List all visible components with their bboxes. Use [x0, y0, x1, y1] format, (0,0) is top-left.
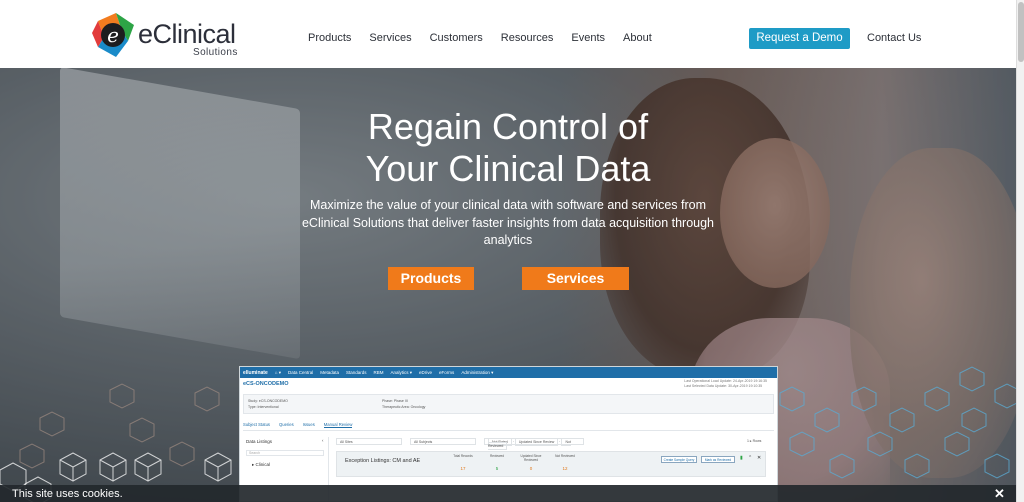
close-icon: ✕: [757, 455, 762, 461]
app-study-title: eCS-ONCODEMO: [243, 381, 289, 387]
scrollbar-thumb[interactable]: [1018, 2, 1024, 62]
hero-section: Regain Control of Your Clinical Data Max…: [0, 68, 1016, 502]
app-divider: [243, 430, 774, 431]
chevron-left-icon: ‹: [322, 438, 324, 443]
app-brand: elluminate: [243, 369, 268, 376]
chevron-up-icon: ⌃: [748, 455, 753, 461]
contact-us-link[interactable]: Contact Us: [867, 32, 921, 44]
logo-wordmark: eClinical: [138, 19, 236, 49]
menu-item-events[interactable]: Events: [571, 32, 605, 44]
app-count: 12: [562, 466, 568, 471]
hero-title: Regain Control of Your Clinical Data: [258, 106, 758, 190]
app-menu-item: eDrive: [419, 370, 433, 375]
top-navigation: e eClinical Solutions Products Services …: [0, 0, 1016, 68]
hero-title-line-2: Your Clinical Data: [365, 148, 651, 189]
page-scrollbar[interactable]: [1016, 0, 1024, 502]
menu-item-resources[interactable]: Resources: [501, 32, 554, 44]
app-update-info: Last Operational Load Update: 24-Apr-201…: [684, 379, 767, 389]
product-screenshot: elluminate ⌂ ▾ Data Central Metadata Sta…: [239, 366, 778, 502]
app-filters: All Sites All Subjects Not Rated · Updat…: [336, 438, 584, 450]
app-filter: Not Rated · Updated Since Review · Not R…: [484, 438, 584, 450]
logo-subtitle: Solutions: [193, 47, 238, 58]
app-tab: Subject Status: [243, 422, 271, 427]
menu-item-about[interactable]: About: [623, 32, 652, 44]
app-info-right: Phase: Phase III Therapeutic Area: Oncol…: [382, 398, 425, 410]
app-update-line: Last Selected Data Update: 30-Apr-2019 1…: [684, 384, 763, 388]
cookie-close-icon[interactable]: ✕: [994, 486, 1005, 502]
app-count: 17: [460, 466, 466, 471]
svg-text:e: e: [107, 23, 119, 47]
app-info-area: Therapeutic Area: Oncology: [382, 405, 426, 409]
app-exception-title: Exception Listings: CM and AE: [345, 458, 421, 464]
services-button[interactable]: Services: [522, 267, 629, 290]
eclinical-logo[interactable]: e eClinical Solutions: [92, 11, 242, 61]
app-sidebar-item-label: Clinical: [255, 462, 271, 467]
app-tab: Issues: [302, 422, 315, 427]
hero-subtitle: Maximize the value of your clinical data…: [301, 198, 715, 247]
app-menu-bar: elluminate ⌂ ▾ Data Central Metadata Sta…: [240, 367, 777, 378]
app-tab: Queries: [279, 422, 294, 427]
app-study-info: Study: eCS-ONCODEMO Type: Interventional…: [243, 394, 774, 414]
app-menu-item: Data Central: [287, 370, 314, 375]
app-menu-item: RBM: [373, 370, 384, 375]
app-info-type: Type: Interventional: [248, 405, 279, 409]
app-filter-label: Updated Since Review: [514, 438, 559, 446]
app-menu-item: Administration ▾: [461, 369, 494, 375]
app-sidebar-search: Search: [246, 450, 324, 456]
logo-mark-icon: e: [92, 13, 134, 57]
app-bookmark-icon: ▮: [740, 455, 743, 461]
app-sidebar-title: Data Listings: [246, 439, 273, 444]
app-home-icon: ⌂ ▾: [274, 369, 281, 375]
menu-item-products[interactable]: Products: [308, 32, 351, 44]
app-menu-item: Analytics ▾: [390, 369, 413, 375]
app-col-header: Total Records: [453, 454, 473, 458]
app-mark-reviewed-button: Mark as Reviewed: [701, 456, 735, 463]
hero-title-line-1: Regain Control of: [367, 106, 649, 147]
products-button[interactable]: Products: [388, 267, 474, 290]
menu-item-services[interactable]: Services: [369, 32, 411, 44]
app-tab-active: Manual Review: [323, 422, 353, 428]
app-menu-item: Metadata: [320, 370, 339, 375]
app-filter: All Subjects: [410, 438, 476, 445]
main-menu: Products Services Customers Resources Ev…: [308, 32, 652, 44]
request-demo-button[interactable]: Request a Demo: [749, 28, 850, 49]
app-sidebar-item: ▸ Clinical: [252, 462, 271, 467]
app-filter: All Sites: [336, 438, 402, 445]
app-col-header: Updated Since Reviewed: [520, 454, 542, 462]
app-col-header: Reviewed: [490, 454, 504, 458]
app-menu-item: eForms: [439, 370, 455, 375]
cookie-banner: This site uses cookies. ✕: [0, 485, 1016, 502]
app-menu-item: Standards: [346, 370, 367, 375]
app-paging: 1 ▸ Rows: [747, 439, 762, 443]
app-info-left: Study: eCS-ONCODEMO Type: Interventional: [248, 398, 288, 410]
app-col-header: Not Reviewed: [555, 454, 575, 458]
app-create-query-button: Create Sample Query: [661, 456, 697, 463]
app-count: 5: [495, 466, 499, 471]
cookie-text: This site uses cookies.: [12, 488, 123, 500]
app-exception-listing: Exception Listings: CM and AE Total Reco…: [336, 451, 766, 477]
app-tabs: Subject Status Queries Issues Manual Rev…: [243, 422, 353, 428]
app-count: 0: [529, 466, 533, 471]
menu-item-customers[interactable]: Customers: [430, 32, 483, 44]
